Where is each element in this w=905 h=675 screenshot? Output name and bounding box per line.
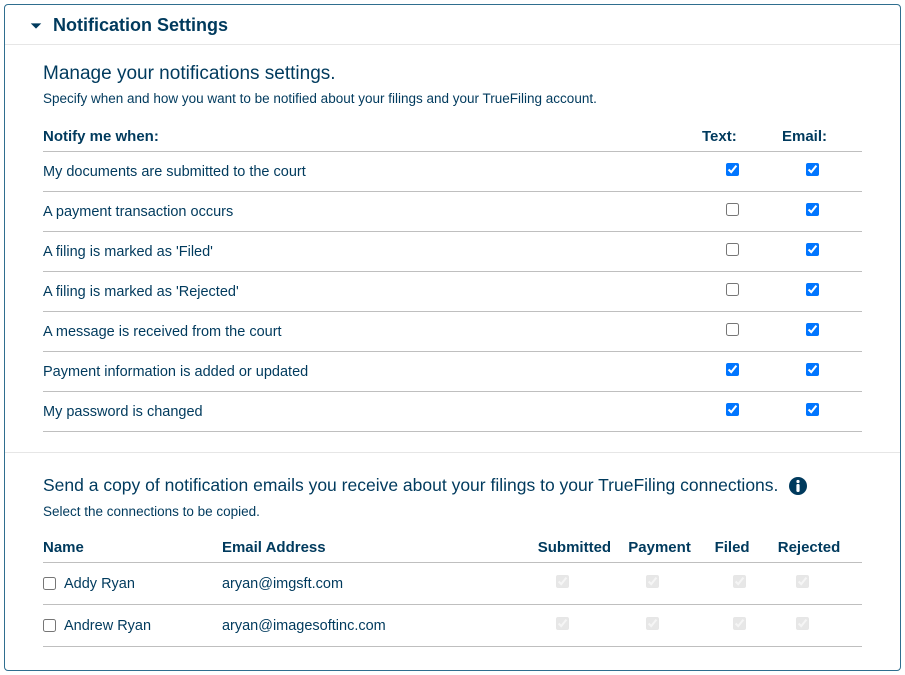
notify-row: A message is received from the court (43, 312, 862, 352)
notify-row-label: A payment transaction occurs (43, 192, 702, 232)
copy-section: Send a copy of notification emails you r… (5, 453, 900, 647)
notify-col-email: Email: (782, 124, 862, 152)
notify-text-checkbox[interactable] (726, 323, 739, 336)
notify-email-checkbox[interactable] (806, 163, 819, 176)
connection-rejected-checkbox (796, 575, 809, 588)
connection-payment-checkbox (646, 617, 659, 630)
notify-text-checkbox[interactable] (726, 283, 739, 296)
connection-name: Andrew Ryan (64, 618, 151, 634)
conn-col-rejected: Rejected (778, 535, 862, 563)
manage-subtitle: Specify when and how you want to be noti… (43, 91, 862, 106)
panel-title: Notification Settings (53, 15, 228, 36)
notify-text-checkbox[interactable] (726, 163, 739, 176)
connection-payment-checkbox (646, 575, 659, 588)
conn-col-filed: Filed (715, 535, 778, 563)
conn-col-email: Email Address (222, 535, 538, 563)
notify-row: A payment transaction occurs (43, 192, 862, 232)
connection-rejected-checkbox (796, 617, 809, 630)
connection-email: aryan@imagesoftinc.com (222, 605, 538, 647)
notify-text-checkbox[interactable] (726, 363, 739, 376)
connection-filed-checkbox (733, 575, 746, 588)
connection-name: Addy Ryan (64, 576, 135, 592)
connection-row: Addy Ryan aryan@imgsft.com (43, 563, 862, 605)
notify-row-label: Payment information is added or updated (43, 352, 702, 392)
notify-row: A filing is marked as 'Filed' (43, 232, 862, 272)
connection-select-checkbox[interactable] (43, 619, 56, 632)
connections-table: Name Email Address Submitted Payment Fil… (43, 535, 862, 647)
notify-table: Notify me when: Text: Email: My document… (43, 124, 862, 432)
copy-title: Send a copy of notification emails you r… (43, 475, 778, 496)
notify-email-checkbox[interactable] (806, 323, 819, 336)
connection-row: Andrew Ryan aryan@imagesoftinc.com (43, 605, 862, 647)
notification-settings-panel: Notification Settings Manage your notifi… (4, 4, 901, 671)
connection-email: aryan@imgsft.com (222, 563, 538, 605)
notify-row-label: My password is changed (43, 392, 702, 432)
connection-submitted-checkbox (556, 575, 569, 588)
notify-email-checkbox[interactable] (806, 243, 819, 256)
chevron-down-icon (29, 19, 43, 33)
notify-col-text: Text: (702, 124, 782, 152)
notify-text-checkbox[interactable] (726, 403, 739, 416)
copy-subtitle: Select the connections to be copied. (43, 504, 862, 519)
notify-row: Payment information is added or updated (43, 352, 862, 392)
notify-row-label: A filing is marked as 'Rejected' (43, 272, 702, 312)
conn-col-submitted: Submitted (538, 535, 629, 563)
notify-row-label: My documents are submitted to the court (43, 152, 702, 192)
notify-row: My documents are submitted to the court (43, 152, 862, 192)
conn-col-payment: Payment (628, 535, 714, 563)
connection-select-checkbox[interactable] (43, 577, 56, 590)
manage-title: Manage your notifications settings. (43, 63, 862, 85)
notify-email-checkbox[interactable] (806, 403, 819, 416)
notify-email-checkbox[interactable] (806, 203, 819, 216)
conn-col-name: Name (43, 535, 222, 563)
notify-email-checkbox[interactable] (806, 283, 819, 296)
manage-section: Manage your notifications settings. Spec… (5, 45, 900, 432)
notify-text-checkbox[interactable] (726, 203, 739, 216)
notify-email-checkbox[interactable] (806, 363, 819, 376)
notify-row: My password is changed (43, 392, 862, 432)
panel-header[interactable]: Notification Settings (5, 5, 900, 45)
notify-row: A filing is marked as 'Rejected' (43, 272, 862, 312)
notify-text-checkbox[interactable] (726, 243, 739, 256)
connection-submitted-checkbox (556, 617, 569, 630)
notify-row-label: A filing is marked as 'Filed' (43, 232, 702, 272)
copy-title-row: Send a copy of notification emails you r… (43, 475, 862, 496)
info-icon[interactable] (788, 476, 808, 496)
notify-col-label: Notify me when: (43, 124, 702, 152)
connection-filed-checkbox (733, 617, 746, 630)
notify-row-label: A message is received from the court (43, 312, 702, 352)
